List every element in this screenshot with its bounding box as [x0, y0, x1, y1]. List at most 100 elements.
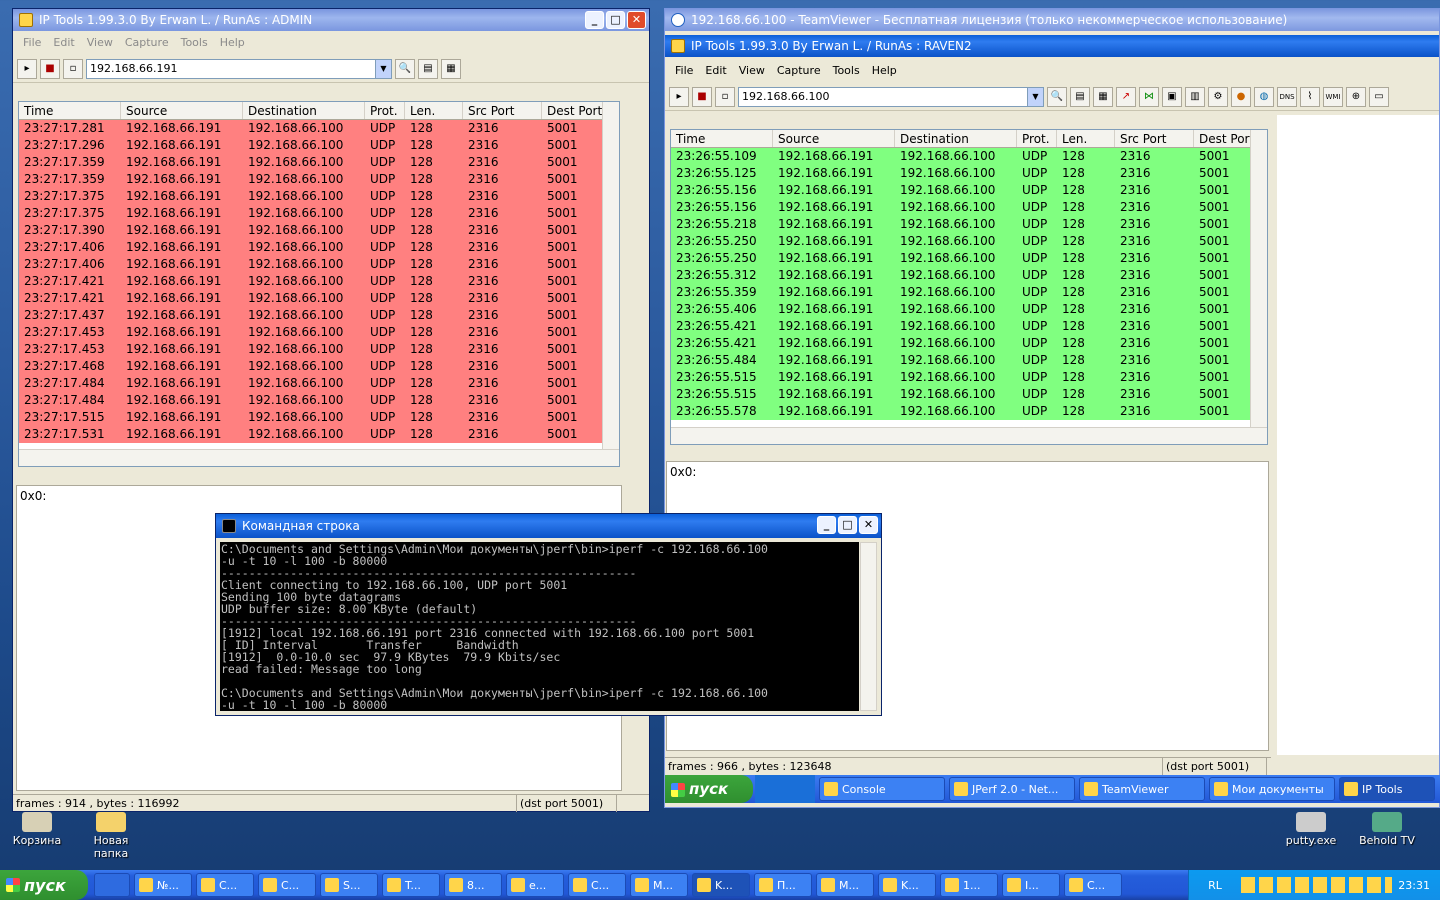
table-row[interactable]: 23:26:55.250 192.168.66.191 192.168.66.100…: [671, 233, 1267, 250]
console-scrollbar[interactable]: [860, 542, 877, 711]
col-prot[interactable]: Prot.: [1017, 130, 1057, 147]
table-row[interactable]: 23:27:17.453 192.168.66.191 192.168.66.100…: [19, 341, 619, 358]
table-row[interactable]: 23:26:55.578 192.168.66.191 192.168.66.100…: [671, 403, 1267, 420]
taskbar-item[interactable]: K...: [692, 873, 750, 897]
close-button[interactable]: ✕: [627, 11, 646, 29]
remote-task-iptools[interactable]: IP Tools: [1339, 777, 1435, 801]
new-icon[interactable]: ▫: [63, 58, 83, 79]
col-destination[interactable]: Destination: [243, 102, 365, 119]
table-row[interactable]: 23:26:55.359 192.168.66.191 192.168.66.100…: [671, 284, 1267, 301]
col-len[interactable]: Len.: [405, 102, 463, 119]
taskbar-item[interactable]: K...: [878, 873, 936, 897]
menu-capture[interactable]: Capture: [119, 36, 175, 49]
menu-edit[interactable]: Edit: [47, 36, 80, 49]
col-dest-port[interactable]: Dest Port: [542, 102, 604, 119]
search-icon[interactable]: 🔍: [395, 58, 415, 79]
col-dest-port[interactable]: Dest Port: [1194, 130, 1256, 147]
network-icon[interactable]: ⋈: [1139, 86, 1159, 107]
table-row[interactable]: 23:27:17.296 192.168.66.191 192.168.66.100…: [19, 137, 619, 154]
menu-view[interactable]: View: [81, 36, 119, 49]
stop-capture-icon[interactable]: ■: [692, 86, 712, 107]
language-indicator[interactable]: RL: [1195, 879, 1235, 892]
col-destination[interactable]: Destination: [895, 130, 1017, 147]
table-row[interactable]: 23:27:17.359 192.168.66.191 192.168.66.100…: [19, 171, 619, 188]
graph-icon[interactable]: ↗: [1116, 86, 1136, 107]
print-icon[interactable]: ▭: [1369, 86, 1389, 107]
taskbar-item[interactable]: M...: [816, 873, 874, 897]
table-row[interactable]: 23:27:17.484 192.168.66.191 192.168.66.100…: [19, 392, 619, 409]
show-desktop-icon[interactable]: [94, 873, 130, 897]
start-capture-icon[interactable]: ▸: [17, 58, 37, 79]
taskbar-item[interactable]: I...: [1002, 873, 1060, 897]
search-icon[interactable]: 🔍: [1047, 86, 1067, 107]
target-icon[interactable]: ⊕: [1346, 86, 1366, 107]
minimize-button[interactable]: _: [817, 516, 836, 534]
table-row[interactable]: 23:27:17.406 192.168.66.191 192.168.66.100…: [19, 256, 619, 273]
taskbar-item[interactable]: 1...: [940, 873, 998, 897]
address-combo[interactable]: 192.168.66.100 ▼: [738, 86, 1044, 107]
col-source[interactable]: Source: [121, 102, 243, 119]
col-src-port[interactable]: Src Port: [463, 102, 542, 119]
taskbar-item[interactable]: C...: [1064, 873, 1122, 897]
taskbar-item[interactable]: C...: [196, 873, 254, 897]
maximize-button[interactable]: □: [606, 11, 625, 29]
save-icon[interactable]: ▦: [1093, 86, 1113, 107]
table-row[interactable]: 23:26:55.218 192.168.66.191 192.168.66.100…: [671, 216, 1267, 233]
desktop-icon-putty[interactable]: putty.exe: [1276, 812, 1346, 847]
menu-help[interactable]: Help: [866, 64, 903, 77]
monitor-icon[interactable]: ▣: [1162, 86, 1182, 107]
horizontal-scrollbar[interactable]: [19, 449, 619, 466]
taskbar-item[interactable]: T...: [382, 873, 440, 897]
maximize-button[interactable]: □: [838, 516, 857, 534]
table-row[interactable]: 23:26:55.515 192.168.66.191 192.168.66.100…: [671, 369, 1267, 386]
table-row[interactable]: 23:26:55.406 192.168.66.191 192.168.66.100…: [671, 301, 1267, 318]
taskbar-item[interactable]: П...: [754, 873, 812, 897]
table-row[interactable]: 23:27:17.375 192.168.66.191 192.168.66.100…: [19, 188, 619, 205]
teamviewer-titlebar[interactable]: 192.168.66.100 - TeamViewer - Бесплатная…: [665, 9, 1439, 31]
table-row[interactable]: 23:27:17.421 192.168.66.191 192.168.66.100…: [19, 290, 619, 307]
packet-grid[interactable]: Time Source Destination Prot. Len. Src P…: [18, 101, 620, 467]
taskbar-item[interactable]: C...: [568, 873, 626, 897]
table-row[interactable]: 23:26:55.421 192.168.66.191 192.168.66.100…: [671, 335, 1267, 352]
table-row[interactable]: 23:26:55.109 192.168.66.191 192.168.66.100…: [671, 148, 1267, 165]
vertical-scrollbar[interactable]: [602, 102, 619, 466]
table-row[interactable]: 23:26:55.125 192.168.66.191 192.168.66.100…: [671, 165, 1267, 182]
table-row[interactable]: 23:26:55.312 192.168.66.191 192.168.66.100…: [671, 267, 1267, 284]
globe-icon[interactable]: ◍: [1254, 86, 1274, 107]
remote-task-documents[interactable]: Мои документы: [1209, 777, 1335, 801]
col-time[interactable]: Time: [19, 102, 121, 119]
taskbar-item[interactable]: S...: [320, 873, 378, 897]
menu-help[interactable]: Help: [214, 36, 251, 49]
menu-tools[interactable]: Tools: [175, 36, 214, 49]
iptools-admin-titlebar[interactable]: IP Tools 1.99.3.0 By Erwan L. / RunAs : …: [13, 9, 649, 31]
menu-edit[interactable]: Edit: [699, 64, 732, 77]
table-row[interactable]: 23:26:55.250 192.168.66.191 192.168.66.100…: [671, 250, 1267, 267]
table-row[interactable]: 23:27:17.421 192.168.66.191 192.168.66.100…: [19, 273, 619, 290]
vertical-scrollbar[interactable]: [1250, 130, 1267, 444]
desktop-icon-new-folder[interactable]: Новая папка: [76, 812, 146, 860]
col-time[interactable]: Time: [671, 130, 773, 147]
address-combo[interactable]: 192.168.66.191 ▼: [86, 58, 392, 79]
remote-start-button[interactable]: пуск: [665, 775, 753, 803]
start-capture-icon[interactable]: ▸: [669, 86, 689, 107]
menu-view[interactable]: View: [733, 64, 771, 77]
wmi-icon[interactable]: WMI: [1323, 86, 1343, 107]
remote-task-teamviewer[interactable]: TeamViewer: [1079, 777, 1205, 801]
new-icon[interactable]: ▫: [715, 86, 735, 107]
disk-icon[interactable]: ●: [1231, 86, 1251, 107]
taskbar-item[interactable]: C...: [258, 873, 316, 897]
chevron-down-icon[interactable]: ▼: [375, 59, 391, 78]
table-row[interactable]: 23:27:17.437 192.168.66.191 192.168.66.100…: [19, 307, 619, 324]
taskbar-item[interactable]: 8...: [444, 873, 502, 897]
table-row[interactable]: 23:27:17.281 192.168.66.191 192.168.66.100…: [19, 120, 619, 137]
gear-icon[interactable]: ⚙: [1208, 86, 1228, 107]
save-icon[interactable]: ▦: [441, 58, 461, 79]
horizontal-scrollbar[interactable]: [671, 427, 1267, 444]
table-row[interactable]: 23:27:17.359 192.168.66.191 192.168.66.100…: [19, 154, 619, 171]
remote-task-jperf[interactable]: JPerf 2.0 - Net...: [949, 777, 1075, 801]
table-row[interactable]: 23:27:17.484 192.168.66.191 192.168.66.100…: [19, 375, 619, 392]
taskbar-item[interactable]: №...: [134, 873, 192, 897]
table-row[interactable]: 23:26:55.156 192.168.66.191 192.168.66.100…: [671, 199, 1267, 216]
table-row[interactable]: 23:26:55.515 192.168.66.191 192.168.66.100…: [671, 386, 1267, 403]
remote-task-console[interactable]: Console: [819, 777, 945, 801]
